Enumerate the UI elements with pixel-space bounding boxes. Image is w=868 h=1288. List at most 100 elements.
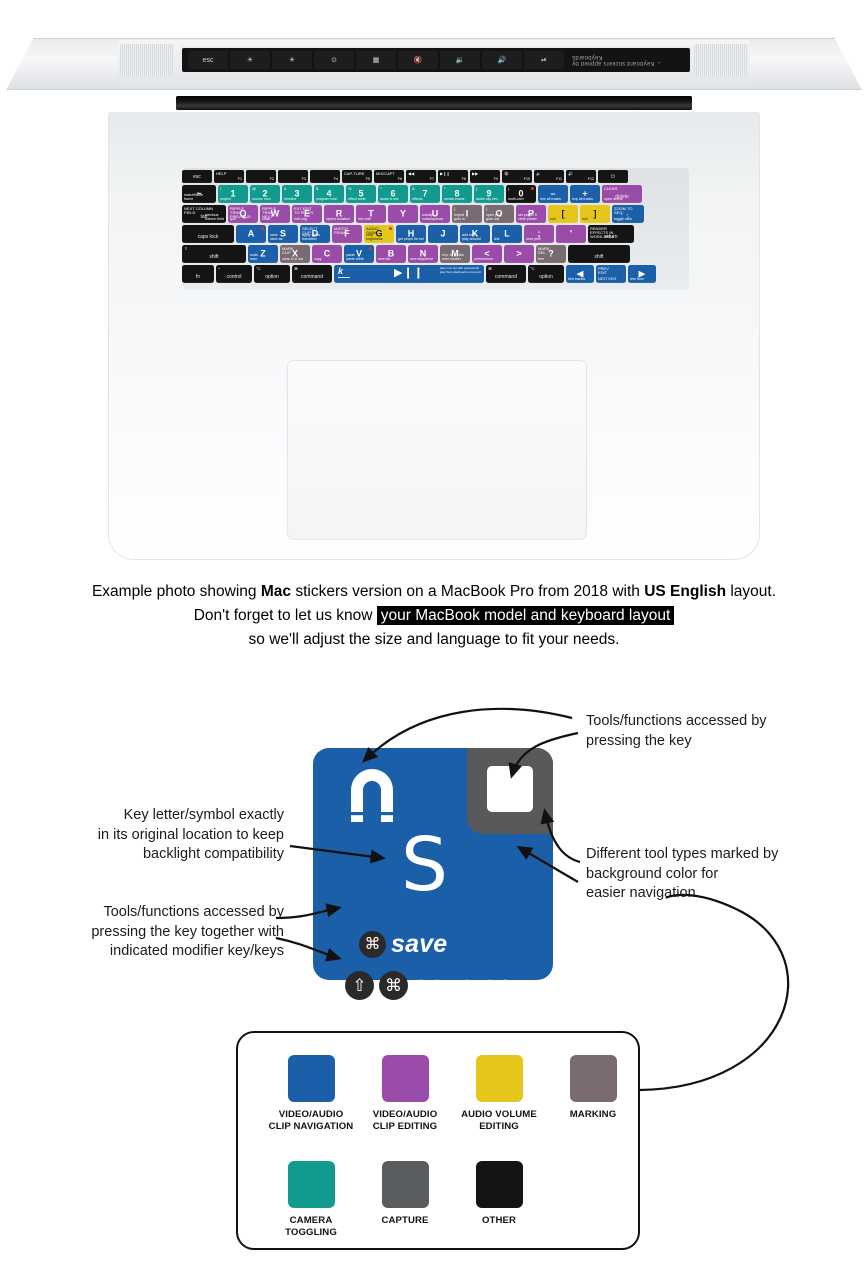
keyboard-key-9-1-9[interactable]: (9 audio clip mix: [474, 185, 504, 203]
keyboard-key-1-1-1[interactable]: ! 1 project: [218, 185, 248, 203]
keyboard-key-a-3-1[interactable]: A: [236, 225, 266, 243]
keyboard-key-cap-ture-0-5[interactable]: CAP-TURE F5: [342, 170, 372, 183]
keyboard-key-esc-0-0[interactable]: esc: [182, 170, 212, 183]
keyboard-key-key-1-0[interactable]: ~ matchframe frame: [182, 185, 216, 203]
keyboard-key-key-0-8[interactable]: ▶❙❙ F8: [438, 170, 468, 183]
keyboard-key-delete-1-13[interactable]: CLEAR open delete delete: [602, 185, 642, 203]
key-bottom-label: apply video transition: [302, 233, 321, 242]
keyboard-key-control-5-1[interactable]: ^ control: [216, 265, 252, 283]
touchbar-key-8[interactable]: ⏯: [524, 51, 564, 69]
key-top-label: 🔉: [536, 170, 541, 176]
keyboard-key-shift-4-11[interactable]: shift: [568, 245, 630, 263]
keyboard-key-tab-2-0[interactable]: NEXT COLUMN FIELD previous column field tab: [182, 205, 226, 223]
keyboard-key-key-0-3[interactable]: F3: [278, 170, 308, 183]
keyboard-key-fn-5-0[interactable]: fn: [182, 265, 214, 283]
keyboard-key-key-5-7[interactable]: ◀ trim backw: [566, 265, 594, 283]
touchbar-key-4[interactable]: ▦: [356, 51, 396, 69]
keyboard-key-x-4-2[interactable]: MARK CLIP Xclear in & out: [280, 245, 310, 263]
keyboard-key-option-5-2[interactable]: ⌥ option: [254, 265, 290, 283]
touchbar-key-0[interactable]: esc: [188, 51, 228, 69]
keyboard-key-4-1-4[interactable]: $4 program mon: [314, 185, 344, 203]
keyboard-key-key-0-12[interactable]: 🔊 F12: [566, 170, 596, 183]
keyboard-key-j-3-7[interactable]: J: [428, 225, 458, 243]
touchbar-key-1[interactable]: ☀: [230, 51, 270, 69]
keyboard-key-r-2-4[interactable]: Rspeed duration: [324, 205, 354, 223]
keyboard-key-key-0-13[interactable]: ⏻: [598, 170, 628, 183]
touchbar-key-3[interactable]: ⊙: [314, 51, 354, 69]
keyboard-key-key-1-12[interactable]: + exp all tracks: [570, 185, 600, 203]
keyboard-key-v-4-4[interactable]: Vpaste paste attrib: [344, 245, 374, 263]
keyboard[interactable]: esc HELP F1 F2 F3 F4 CAP-TURE F5 MIX/CAPT F6 ◀◀ F7 ▶…: [182, 170, 688, 350]
keyboard-key-mix-capt-0-6[interactable]: MIX/CAPT F6: [374, 170, 404, 183]
keyboard-key-key-5-4[interactable]: k ▶❙❙ play in to out with pre/postroll play…: [334, 265, 484, 283]
keyboard-key-f-3-4[interactable]: MATCH FRAME F: [332, 225, 362, 243]
keyboard-key-key-1-11[interactable]: – min all tracks: [538, 185, 568, 203]
keyboard-key-key-3-10[interactable]: ; nest prev: [524, 225, 554, 243]
keyboard-key-caps-lock-3-0[interactable]: caps lock: [182, 225, 234, 243]
keyboard-key-o-2-9[interactable]: } Oopen proj goto out: [484, 205, 514, 223]
key-fn-number: F5: [365, 177, 370, 182]
touchbar-key-7[interactable]: 🔊: [482, 51, 522, 69]
keyboard-key-e-2-3[interactable]: EXT EDIT TO PLAYH Eedit orig: [292, 205, 322, 223]
keyboard-key-k-3-8[interactable]: Kadd edit play around: [460, 225, 490, 243]
keyboard-key-7-1-7[interactable]: & 7 effects: [410, 185, 440, 203]
key-bottom-label: trim backw: [568, 277, 586, 282]
keyboard-key-help-0-1[interactable]: HELP F1: [214, 170, 244, 183]
keyboard-key-command-5-3[interactable]: ⌘ command: [292, 265, 332, 283]
keyboard-key-3-1-3[interactable]: #3 timeline: [282, 185, 312, 203]
keyboard-key-p-2-10[interactable]: Pset poster fr clear poster: [516, 205, 546, 223]
keyboard-key-i-2-8[interactable]: {Iimport goto in: [452, 205, 482, 223]
keyboard-key-key-4-8[interactable]: < preferences: [472, 245, 502, 263]
keyboard-key-c-4-3[interactable]: Ccopy: [312, 245, 342, 263]
touchbar-key-2[interactable]: ☀: [272, 51, 312, 69]
keyboard-key-q-2-1[interactable]: RIPPLE TRIM PREVIOUS Qquit: [228, 205, 258, 223]
sticker-shortcut-row-2: ⇧ ⌘ save as: [345, 970, 512, 1001]
keyboard-key-b-4-5[interactable]: Bnew bin: [376, 245, 406, 263]
keyboard-key-8-1-8[interactable]: * 8 media brows: [442, 185, 472, 203]
legend-label-audio-volume-editing: AUDIO VOLUME EDITING: [461, 1109, 537, 1132]
keyboard-key-w-2-2[interactable]: RIPPLE TRIM NEXT Wclose: [260, 205, 290, 223]
keyboard-key-key-0-11[interactable]: 🔉 F11: [534, 170, 564, 183]
touch-bar[interactable]: esc ☀ ☀ ⊙ ▦ 🔇 🔉 🔊 ⏯ → Keyboard stickers applied b…: [180, 46, 692, 74]
keyboard-key-key-0-9[interactable]: ▶▶ F9: [470, 170, 500, 183]
touchbar-key-6[interactable]: 🔉: [440, 51, 480, 69]
keyboard-key-prev-edit-5-8[interactable]: PREV EDIT NEXT EDIT: [596, 265, 626, 283]
keyboard-key-m-4-7[interactable]: Mexp. to media next marker: [440, 245, 470, 263]
play-pause-icon: ▶❙❙: [394, 267, 424, 280]
keyboard-key-shift-4-0[interactable]: ⇧ shift: [182, 245, 246, 263]
key-glyph: W: [270, 208, 280, 219]
keyboard-key-key-4-10[interactable]: MARK SEL.? trim: [536, 245, 566, 263]
keyboard-key-key-2-13[interactable]: ZOOM TO SEQ. toggle view \: [612, 205, 644, 223]
keyboard-key-y-2-6[interactable]: Y: [388, 205, 418, 223]
keyboard-key-key-0-4[interactable]: F4: [310, 170, 340, 183]
keyboard-key-return-3-12[interactable]: RENDER EFFECTS IN WORK AREA return: [588, 225, 634, 243]
keyboard-key-l-3-9[interactable]: Llink: [492, 225, 522, 243]
keyboard-key-key-4-9[interactable]: >: [504, 245, 534, 263]
keyboard-key-key-0-10[interactable]: 🔇 F10: [502, 170, 532, 183]
annotation-tool-types-l2: background color for: [586, 865, 719, 882]
key-bottom-label: trim forw: [630, 277, 644, 282]
keyboard-key-key-3-11[interactable]: ': [556, 225, 586, 243]
keyboard-key-0-1-10[interactable]: ) 0 multi-cam: [506, 185, 536, 203]
keyboard-key-t-2-5[interactable]: Ttrim edit: [356, 205, 386, 223]
keyboard-key-key-2-12[interactable]: ] null: [580, 205, 610, 223]
keyboard-key-key-5-9[interactable]: ▶ trim forw: [628, 265, 656, 283]
keyboard-key-key-2-11[interactable]: [null: [548, 205, 578, 223]
keyboard-key-2-1-2[interactable]: @2 source mon: [250, 185, 280, 203]
touchbar-key-5[interactable]: 🔇: [398, 51, 438, 69]
keyboard-key-z-4-1[interactable]: Zundo redo: [248, 245, 278, 263]
keyboard-key-key-0-2[interactable]: F2: [246, 170, 276, 183]
keyboard-key-u-2-7[interactable]: Usubclip subsequence: [420, 205, 450, 223]
keyboard-key-6-1-6[interactable]: ^ 6 audio tr mix: [378, 185, 408, 203]
keyboard-key-g-3-5[interactable]: AUDIO GAIN Gcrop brightness: [364, 225, 394, 243]
keyboard-key-5-1-5[interactable]: % 5 effect contr: [346, 185, 376, 203]
trackpad[interactable]: [287, 360, 587, 540]
keyboard-key-n-4-6[interactable]: Nnew sequence: [408, 245, 438, 263]
keyboard-key-d-3-3[interactable]: SELECT CLIP Dapply video transition: [300, 225, 330, 243]
keyboard-key-h-3-6[interactable]: Hget props for sel: [396, 225, 426, 243]
keyboard-key-option-5-6[interactable]: ⌥ option: [528, 265, 564, 283]
keyboard-key-s-3-2[interactable]: Ssave save as: [268, 225, 298, 243]
caption-line-2: Don't forget to let us know your MacBook…: [0, 604, 868, 628]
keyboard-key-key-0-7[interactable]: ◀◀ F7: [406, 170, 436, 183]
keyboard-key-command-5-5[interactable]: ⌘ command: [486, 265, 526, 283]
